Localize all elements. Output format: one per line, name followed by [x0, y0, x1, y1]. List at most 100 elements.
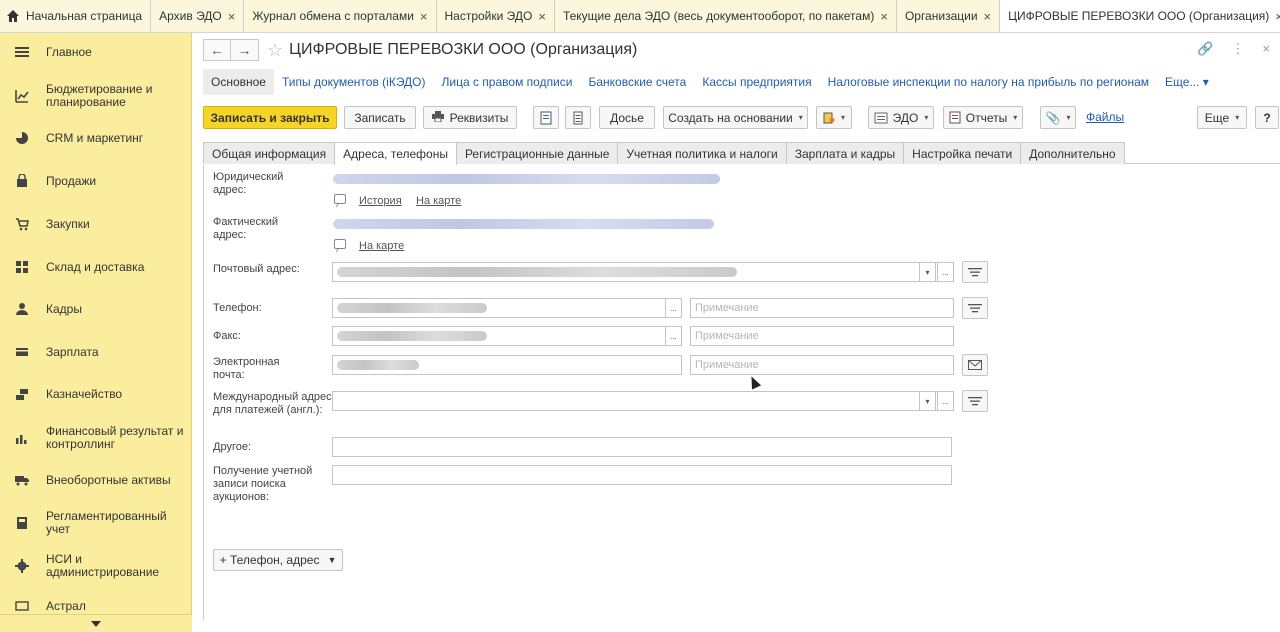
subnav-more[interactable]: Еще... ▾: [1157, 75, 1217, 89]
close-icon[interactable]: ×: [420, 9, 428, 24]
postal-address-menu-button[interactable]: [962, 261, 988, 283]
files-link[interactable]: Файлы: [1086, 110, 1124, 124]
tab-portal-exchange-log[interactable]: Журнал обмена с порталами ×: [244, 0, 437, 32]
select-button[interactable]: ...: [665, 298, 682, 318]
cart-icon: [12, 217, 32, 231]
sidebar-item-treasury[interactable]: Казначейство: [0, 387, 192, 401]
close-icon[interactable]: ×: [984, 9, 992, 24]
tab-edo-settings[interactable]: Настройки ЭДО ×: [436, 0, 555, 32]
sidebar-item-main[interactable]: Главное: [0, 45, 192, 59]
intl-address-field[interactable]: ▾ ...: [332, 391, 954, 411]
subnav-doc-types[interactable]: Типы документов (iКЭДО): [274, 75, 434, 89]
fax-field[interactable]: ...: [332, 326, 682, 346]
create-based-on-button[interactable]: Создать на основании ▾: [663, 106, 808, 129]
sidebar-item-purchases[interactable]: Закупки: [0, 217, 192, 231]
phone-note-field[interactable]: Примечание: [690, 298, 954, 318]
save-button[interactable]: Записать: [344, 106, 416, 129]
requisites-button[interactable]: Реквизиты: [423, 106, 517, 129]
auction-field[interactable]: [332, 465, 952, 485]
intl-address-menu-button[interactable]: [962, 390, 988, 412]
close-icon[interactable]: ×: [1275, 9, 1280, 24]
tab-addresses-phones[interactable]: Адреса, телефоны: [334, 142, 457, 165]
close-icon[interactable]: ×: [880, 9, 888, 24]
subnav-tax-inspections[interactable]: Налоговые инспекции по налогу на прибыль…: [820, 75, 1157, 89]
fax-note-placeholder: Примечание: [695, 330, 759, 342]
more-vert-icon[interactable]: ⋮: [1231, 41, 1244, 57]
link-icon[interactable]: 🔗: [1197, 41, 1213, 57]
send-email-button[interactable]: [962, 354, 988, 376]
legal-address-value-redacted[interactable]: [333, 174, 720, 184]
actual-address-value-redacted[interactable]: [333, 219, 714, 229]
sidebar-item-astral[interactable]: Астрал: [0, 599, 192, 613]
sidebar-item-budget[interactable]: Бюджетирование и планирование: [0, 83, 192, 109]
doc-flow-button[interactable]: [533, 106, 559, 129]
edo-button[interactable]: ЭДО ▾: [868, 106, 934, 129]
sidebar-scroll-down[interactable]: [0, 614, 192, 632]
tab-organization-card[interactable]: ЦИФРОВЫЕ ПЕРЕВОЗКИ ООО (Организация) ×: [1000, 0, 1280, 32]
other-field[interactable]: [332, 437, 952, 457]
select-button[interactable]: ...: [937, 262, 954, 282]
subnav-cash-desks[interactable]: Кассы предприятия: [694, 75, 819, 89]
fax-label: Факс:: [213, 330, 241, 342]
back-button[interactable]: ←: [203, 39, 231, 61]
subnav-main[interactable]: Основное: [203, 69, 274, 95]
comment-icon[interactable]: [334, 194, 346, 204]
chevron-down-icon: ▾: [798, 113, 803, 122]
tab-print-settings[interactable]: Настройка печати: [903, 142, 1022, 164]
tab-additional[interactable]: Дополнительно: [1020, 142, 1125, 164]
comment-icon[interactable]: [334, 239, 346, 249]
select-button[interactable]: ...: [937, 391, 954, 411]
dossier-button[interactable]: Досье: [599, 106, 655, 129]
add-phone-address-button[interactable]: + Телефон, адрес ▼: [213, 549, 343, 571]
close-icon[interactable]: ×: [1262, 41, 1270, 57]
tab-general-info[interactable]: Общая информация: [203, 142, 336, 164]
more-button[interactable]: Еще ▾: [1197, 106, 1247, 129]
sidebar-item-nsi-admin[interactable]: НСИ и администрирование: [0, 553, 192, 579]
sidebar-item-warehouse[interactable]: Склад и доставка: [0, 260, 192, 274]
help-button[interactable]: ?: [1255, 106, 1279, 129]
auction-label: Получение учетной записи поиска аукционо…: [213, 465, 313, 503]
postal-address-field[interactable]: ▾ ...: [332, 262, 954, 282]
star-icon[interactable]: ☆: [267, 40, 283, 61]
list-button[interactable]: [565, 106, 591, 129]
subnav-signers[interactable]: Лица с правом подписи: [434, 75, 581, 89]
warehouse-icon: [12, 260, 32, 274]
tab-current-edo[interactable]: Текущие дела ЭДО (весь документооборот, …: [554, 0, 897, 32]
legal-map-link[interactable]: На карте: [416, 195, 461, 207]
sidebar-item-hr[interactable]: Кадры: [0, 302, 192, 316]
sidebar-item-finance[interactable]: Финансовый результат и контроллинг: [0, 425, 192, 451]
fax-note-field[interactable]: Примечание: [690, 326, 954, 346]
email-note-field[interactable]: Примечание: [690, 355, 954, 375]
select-button[interactable]: ...: [665, 326, 682, 346]
phone-field[interactable]: ...: [332, 298, 682, 318]
save-and-close-button[interactable]: Записать и закрыть: [203, 106, 337, 129]
fax-value-redacted: [337, 331, 487, 341]
sidebar-item-fixed-assets[interactable]: Внеоборотные активы: [0, 473, 192, 487]
sidebar-item-sales[interactable]: Продажи: [0, 174, 192, 188]
reports-button[interactable]: Отчеты ▾: [943, 106, 1023, 129]
attachment-button[interactable]: 📎 ▾: [1040, 106, 1076, 129]
history-link[interactable]: История: [359, 195, 402, 207]
chevron-down-icon: ▾: [924, 113, 929, 122]
fill-button[interactable]: ▾: [816, 106, 852, 129]
tab-edo-archive[interactable]: Архив ЭДО ×: [151, 0, 245, 32]
close-icon[interactable]: ×: [228, 9, 236, 24]
subnav-bank-accounts[interactable]: Банковские счета: [580, 75, 694, 89]
dropdown-button[interactable]: ▾: [919, 262, 936, 282]
tab-salary-hr[interactable]: Зарплата и кадры: [785, 142, 905, 164]
actual-map-link[interactable]: На карте: [359, 240, 404, 252]
dropdown-button[interactable]: ▾: [919, 391, 936, 411]
forward-button[interactable]: →: [231, 39, 259, 61]
sidebar-item-crm[interactable]: CRM и маркетинг: [0, 131, 192, 145]
sidebar-item-regulated[interactable]: Регламентированный учет: [0, 510, 192, 536]
intl-address-label: Международный адрес для платежей (англ.)…: [213, 391, 332, 416]
close-icon[interactable]: ×: [538, 9, 546, 24]
tab-accounting-policy[interactable]: Учетная политика и налоги: [617, 142, 787, 164]
sidebar-item-salary[interactable]: Зарплата: [0, 345, 192, 359]
tab-home[interactable]: Начальная страница: [0, 0, 152, 32]
email-field[interactable]: [332, 355, 682, 375]
tab-organizations[interactable]: Организации ×: [896, 0, 1001, 32]
phone-menu-button[interactable]: [962, 297, 988, 319]
filter-icon: [968, 304, 982, 313]
tab-registration[interactable]: Регистрационные данные: [455, 142, 619, 164]
